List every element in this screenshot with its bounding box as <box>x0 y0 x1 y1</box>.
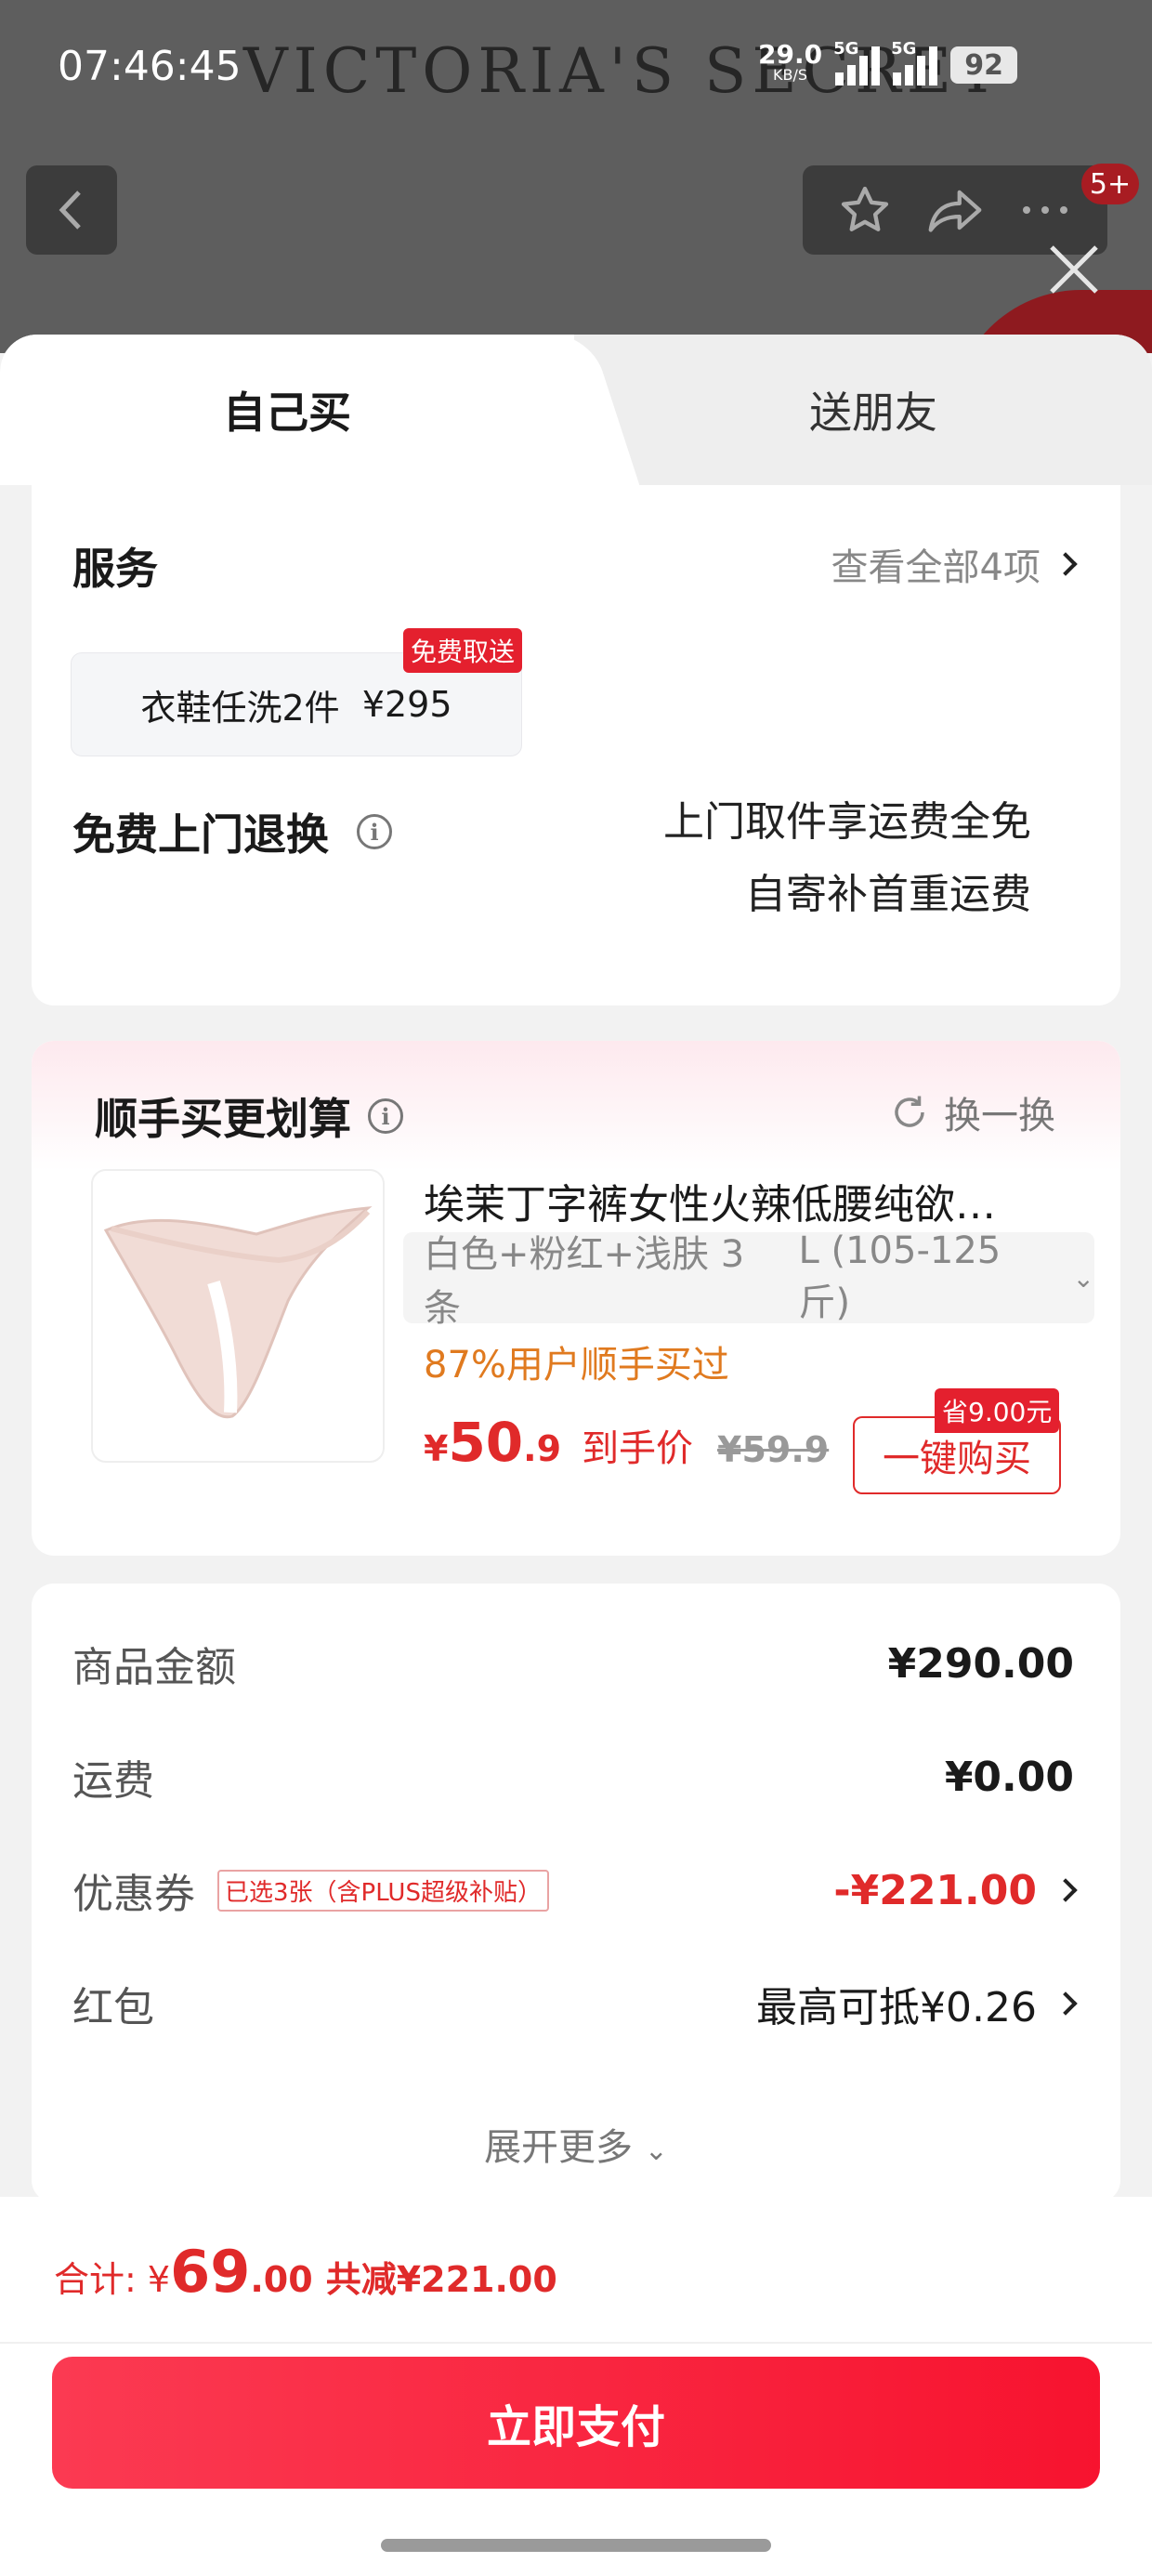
purchase-tabs: 自己买 送朋友 <box>0 335 1152 485</box>
product-thumbnail[interactable] <box>91 1169 385 1463</box>
upsell-card: 顺手买更划算 i 换一换 埃茉丁字裤女性火辣低腰纯欲… 白色+粉红+浅肤 3条 … <box>32 1041 1120 1556</box>
network-speed: 29.0 KB/S <box>758 39 823 85</box>
original-price: ¥59.9 <box>717 1429 830 1470</box>
expand-more-button[interactable]: 展开更多 ⌄ <box>32 2117 1120 2171</box>
refresh-button[interactable]: 换一换 <box>890 1085 1055 1139</box>
signal-icon: 5G <box>833 39 881 85</box>
status-indicators: 29.0 KB/S 5G 5G 92 <box>758 39 1018 89</box>
save-badge: 省9.00元 <box>935 1388 1060 1433</box>
checkout-bar: 合计: ¥ 69 .00 共减¥221.00 立即支付 <box>0 2197 1152 2576</box>
chevron-down-icon: ⌄ <box>1072 1262 1094 1294</box>
upsell-title: 顺手买更划算 i <box>95 1085 403 1147</box>
tab-buy-myself[interactable]: 自己买 <box>0 335 574 485</box>
view-all-services[interactable]: 查看全部4项 <box>831 537 1078 591</box>
order-total: 合计: ¥ 69 .00 共减¥221.00 <box>54 2238 557 2306</box>
signal-icon-2: 5G <box>891 39 938 85</box>
summary-row-subtotal: 商品金额 ¥290.00 <box>72 1639 1074 1692</box>
info-icon[interactable]: i <box>357 814 392 849</box>
services-title: 服务 <box>72 544 158 594</box>
star-icon[interactable] <box>838 183 892 237</box>
battery-indicator: 92 <box>950 46 1018 84</box>
more-icon[interactable] <box>1018 201 1072 219</box>
close-icon[interactable] <box>1042 238 1106 301</box>
repurchase-rate: 87%用户顺手买过 <box>424 1344 729 1387</box>
chevron-right-icon <box>1054 552 1078 576</box>
refresh-icon <box>895 1096 924 1127</box>
pay-now-button[interactable]: 立即支付 <box>52 2357 1100 2489</box>
free-pickup-badge: 免费取送 <box>403 628 523 673</box>
summary-row-shipping: 运费 ¥0.00 <box>72 1753 1074 1806</box>
services-card: 服务 查看全部4项 衣鞋任洗2件 ¥295 免费取送 免费上门退换 i 上门取件… <box>32 485 1120 1005</box>
product-image <box>103 1206 373 1419</box>
chevron-down-icon: ⌄ <box>644 2135 668 2167</box>
back-button[interactable] <box>26 165 117 255</box>
chevron-right-icon <box>1054 1878 1078 1902</box>
tab-gift-friend[interactable]: 送朋友 <box>595 335 1152 485</box>
product-name[interactable]: 埃茉丁字裤女性火辣低腰纯欲… <box>424 1171 1093 1230</box>
home-indicator[interactable] <box>381 2539 771 2552</box>
info-icon[interactable]: i <box>368 1098 403 1134</box>
summary-row-red-packet[interactable]: 红包 最高可抵¥0.26 <box>72 1974 1078 2033</box>
free-return-title: 免费上门退换 i <box>72 801 392 862</box>
background-page: VICTORIA'S SECRET 07:46:45 29.0 KB/S 5G … <box>0 0 1152 353</box>
variant-selector[interactable]: 白色+粉红+浅肤 3条 L (105-125斤) ⌄ <box>403 1229 1094 1330</box>
total-discount: 共减¥221.00 <box>325 2259 557 2300</box>
price-summary-card: 商品金额 ¥290.00 运费 ¥0.00 优惠券 已选3张（含PLUS超级补贴… <box>32 1584 1120 2202</box>
return-description: 上门取件享运费全免 自寄补首重运费 <box>663 798 1031 918</box>
upsell-price: ¥ 50 .9 到手价 <box>424 1411 694 1474</box>
back-arrow-icon <box>59 191 81 230</box>
status-time: 07:46:45 <box>58 43 242 90</box>
share-icon[interactable] <box>926 183 984 237</box>
notification-badge: 5+ <box>1081 164 1139 204</box>
chevron-right-icon <box>1054 1991 1078 2016</box>
summary-row-coupon[interactable]: 优惠券 已选3张（含PLUS超级补贴） -¥221.00 <box>72 1860 1078 1920</box>
coupon-tag: 已选3张（含PLUS超级补贴） <box>217 1869 549 1912</box>
